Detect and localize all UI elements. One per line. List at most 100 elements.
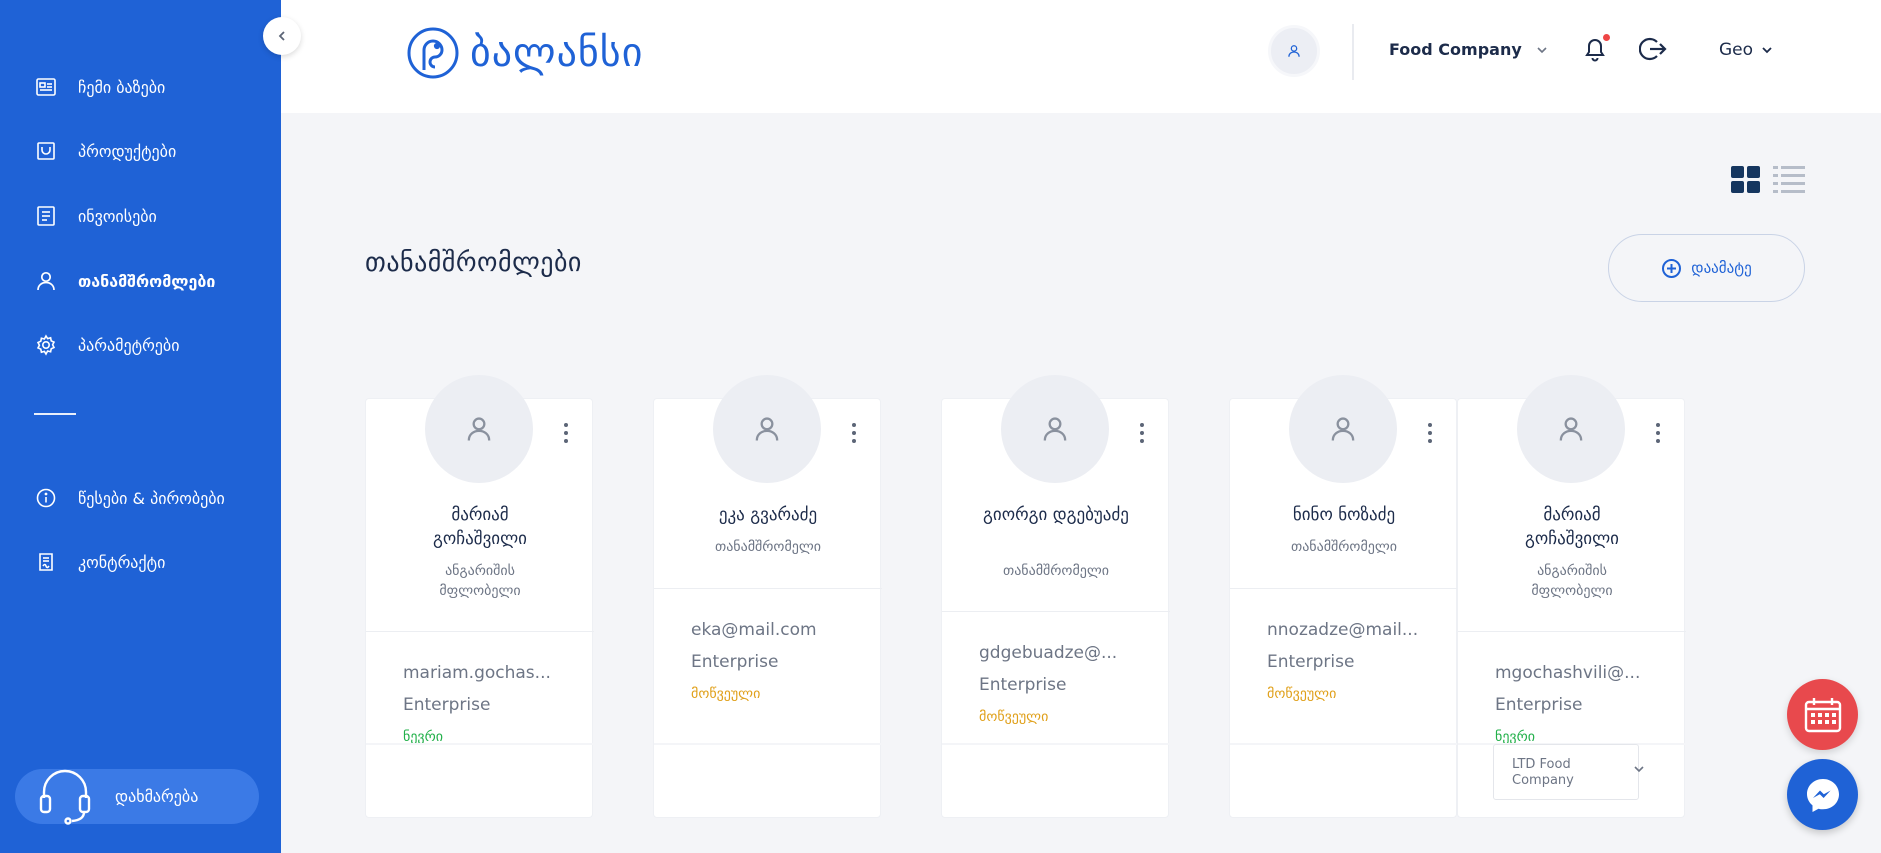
avatar bbox=[425, 375, 533, 483]
sidebar-item-settings[interactable]: პარამეტრები bbox=[34, 333, 179, 357]
logo[interactable]: ბალანსი bbox=[406, 26, 643, 80]
list-icon bbox=[1773, 166, 1805, 193]
sidebar-item-label: წესები & პირობები bbox=[78, 488, 225, 508]
sidebar-item-label: თანამშრომლები bbox=[78, 271, 216, 291]
sidebar-item-employees[interactable]: თანამშრომლები bbox=[34, 269, 215, 293]
bag-icon bbox=[34, 139, 58, 163]
employee-plan: Enterprise bbox=[403, 695, 491, 715]
user-icon bbox=[1288, 45, 1300, 57]
employee-role: ანგარიშის მფლობელი bbox=[1531, 563, 1613, 599]
gear-icon bbox=[34, 333, 58, 357]
messenger-icon bbox=[1806, 778, 1839, 812]
notifications-button[interactable] bbox=[1583, 36, 1607, 66]
help-label: დახმარება bbox=[115, 787, 199, 806]
user-icon bbox=[1331, 417, 1355, 441]
user-icon bbox=[1559, 417, 1583, 441]
employee-role: თანამშრომელი bbox=[714, 539, 822, 555]
more-options-button[interactable] bbox=[1136, 421, 1148, 445]
language-selector[interactable]: Geo bbox=[1719, 40, 1773, 60]
help-button[interactable]: დახმარება bbox=[15, 767, 259, 827]
chevron-down-icon bbox=[1762, 47, 1772, 54]
card-divider bbox=[1230, 743, 1458, 745]
status-badge: მოწვეული bbox=[979, 709, 1049, 725]
contract-icon bbox=[34, 550, 58, 574]
employee-name: ეკა გვარაძე bbox=[718, 505, 818, 525]
list-view-toggle[interactable] bbox=[1773, 166, 1805, 197]
employee-role: თანამშრომელი bbox=[1002, 563, 1110, 579]
sidebar-item-contract[interactable]: კონტრაქტი bbox=[34, 550, 165, 574]
employee-plan: Enterprise bbox=[691, 652, 779, 672]
sidebar-item-invoices[interactable]: ინვოისები bbox=[34, 204, 157, 228]
employee-name: ნინო ნოზაძე bbox=[1292, 505, 1396, 525]
employee-plan: Enterprise bbox=[979, 675, 1067, 695]
card-divider bbox=[1458, 631, 1686, 632]
card-divider bbox=[942, 611, 1170, 612]
user-avatar-button[interactable] bbox=[1268, 25, 1320, 77]
card-divider bbox=[366, 631, 594, 632]
user-icon bbox=[1043, 417, 1067, 441]
grid-icon bbox=[1731, 166, 1760, 193]
add-employee-button[interactable]: დაამატე bbox=[1608, 234, 1805, 302]
company-dropdown[interactable]: LTD Food Company bbox=[1493, 744, 1639, 800]
language-label: Geo bbox=[1719, 40, 1754, 60]
employee-email: mgochashvili@... bbox=[1495, 663, 1641, 683]
company-name: Food Company bbox=[1389, 40, 1522, 59]
calendar-icon bbox=[1804, 697, 1841, 732]
company-selector[interactable]: Food Company bbox=[1389, 40, 1548, 59]
avatar bbox=[713, 375, 821, 483]
sidebar-item-label: ინვოისები bbox=[78, 206, 157, 226]
more-options-button[interactable] bbox=[560, 421, 572, 445]
chevron-left-icon bbox=[278, 31, 285, 41]
employee-card[interactable]: ნინო ნოზაძე თანამშრომელი nnozadze@mail..… bbox=[1229, 375, 1458, 818]
avatar bbox=[1001, 375, 1109, 483]
sidebar-item-label: ჩემი ბაზები bbox=[78, 77, 166, 97]
user-icon bbox=[755, 417, 779, 441]
messenger-button[interactable] bbox=[1787, 759, 1858, 830]
employee-role: თანამშრომელი bbox=[1290, 539, 1398, 555]
card-divider bbox=[942, 743, 1170, 745]
user-icon bbox=[34, 269, 58, 293]
employee-role: ანგარიშის მფლობელი bbox=[439, 563, 521, 599]
database-icon bbox=[34, 75, 58, 99]
page-title: თანამშრომლები bbox=[365, 248, 582, 278]
logout-icon bbox=[1638, 37, 1667, 61]
headset-icon bbox=[35, 767, 95, 827]
avatar bbox=[1289, 375, 1397, 483]
invoice-icon bbox=[34, 204, 58, 228]
calendar-button[interactable] bbox=[1787, 679, 1858, 750]
employee-card[interactable]: მარიამ გოჩაშვილი ანგარიშის მფლობელი mari… bbox=[365, 375, 594, 818]
employee-email: mariam.gochas... bbox=[403, 663, 551, 683]
employee-card[interactable]: ეკა გვარაძე თანამშრომელი eka@mail.com En… bbox=[653, 375, 882, 818]
employee-plan: Enterprise bbox=[1267, 652, 1355, 672]
sidebar-item-databases[interactable]: ჩემი ბაზები bbox=[34, 75, 165, 99]
sidebar-item-label: პარამეტრები bbox=[78, 335, 180, 355]
status-badge: მოწვეული bbox=[1267, 686, 1337, 702]
more-options-button[interactable] bbox=[848, 421, 860, 445]
employee-plan: Enterprise bbox=[1495, 695, 1583, 715]
employee-name: გიორგი დგებუაძე bbox=[983, 505, 1129, 525]
more-options-button[interactable] bbox=[1424, 421, 1436, 445]
employee-email: gdgebuadze@... bbox=[979, 643, 1118, 663]
card-divider bbox=[366, 743, 594, 745]
sidebar-item-terms[interactable]: წესები & პირობები bbox=[34, 486, 225, 510]
avatar bbox=[1517, 375, 1625, 483]
notification-badge bbox=[1603, 34, 1610, 41]
grid-view-toggle[interactable] bbox=[1731, 166, 1761, 197]
plus-circle-icon bbox=[1661, 258, 1682, 279]
more-options-button[interactable] bbox=[1652, 421, 1664, 445]
sidebar: ჩემი ბაზები პროდუქტები ინვოისები თანამშრ… bbox=[0, 0, 281, 853]
employee-name: მარიამ გოჩაშვილი bbox=[1525, 505, 1619, 549]
chevron-down-icon[interactable] bbox=[1633, 758, 1645, 777]
logout-button[interactable] bbox=[1638, 36, 1667, 66]
sidebar-item-products[interactable]: პროდუქტები bbox=[34, 139, 176, 163]
user-icon bbox=[467, 417, 491, 441]
employee-card[interactable]: გიორგი დგებუაძე თანამშრომელი gdgebuadze@… bbox=[941, 375, 1170, 818]
card-divider bbox=[654, 743, 882, 745]
card-divider bbox=[1230, 588, 1458, 589]
collapse-sidebar-button[interactable] bbox=[263, 17, 301, 55]
status-badge: მოწვეული bbox=[691, 686, 761, 702]
card-divider bbox=[654, 588, 882, 589]
chevron-down-icon bbox=[1537, 46, 1547, 53]
sidebar-item-label: პროდუქტები bbox=[78, 141, 177, 161]
employee-name: მარიამ გოჩაშვილი bbox=[433, 505, 527, 549]
